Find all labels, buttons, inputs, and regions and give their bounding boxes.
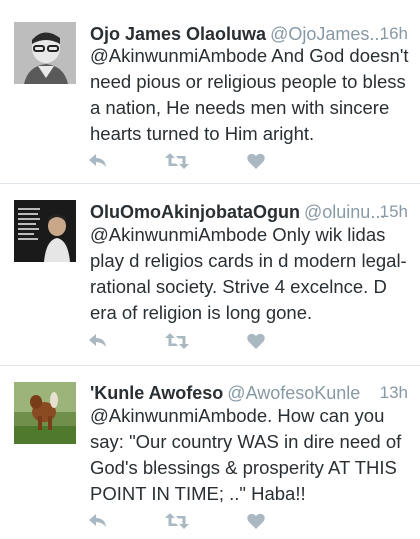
- avatar-photo: [14, 200, 76, 262]
- user-name[interactable]: 'Kunle Awofeso: [90, 383, 223, 403]
- user-handle[interactable]: @AwofesoKunle: [227, 383, 360, 403]
- reply-icon[interactable]: [86, 509, 110, 533]
- tweet-text: @AkinwunmiAmbode Only wik lidas play d r…: [90, 224, 407, 323]
- heart-icon[interactable]: [244, 509, 268, 533]
- avatar-photo: [14, 22, 76, 84]
- reply-icon[interactable]: [86, 149, 110, 173]
- retweet-icon[interactable]: [165, 149, 189, 173]
- timestamp: 13h: [379, 383, 408, 402]
- retweet-icon[interactable]: [165, 509, 189, 533]
- heart-icon[interactable]: [244, 149, 268, 173]
- tweet-actions: [86, 509, 386, 533]
- tweet-header: OluOmoAkinjobataOgun @oluinu... 15h: [90, 200, 408, 224]
- timestamp: 15h: [379, 202, 408, 221]
- user-handle[interactable]: @oluinu...: [304, 202, 385, 222]
- avatar[interactable]: [14, 200, 76, 262]
- tweet-text: @AkinwunmiAmbode And God doesn't need pi…: [90, 45, 409, 144]
- user-name[interactable]: OluOmoAkinjobataOgun: [90, 202, 300, 222]
- avatar-photo: [14, 382, 76, 444]
- user-handle[interactable]: @OjoJames...: [270, 24, 384, 44]
- avatar[interactable]: [14, 22, 76, 84]
- avatar[interactable]: [14, 382, 76, 444]
- user-name[interactable]: Ojo James Olaoluwa: [90, 24, 266, 44]
- tweet-text: @AkinwunmiAmbode. How can you say: "Our …: [90, 405, 402, 504]
- reply-icon[interactable]: [86, 329, 110, 353]
- tweet-actions: [86, 149, 386, 173]
- tweet-actions: [86, 329, 386, 353]
- heart-icon[interactable]: [244, 329, 268, 353]
- retweet-icon[interactable]: [165, 329, 189, 353]
- tweet-header: 'Kunle Awofeso @AwofesoKunle 13h: [90, 381, 408, 405]
